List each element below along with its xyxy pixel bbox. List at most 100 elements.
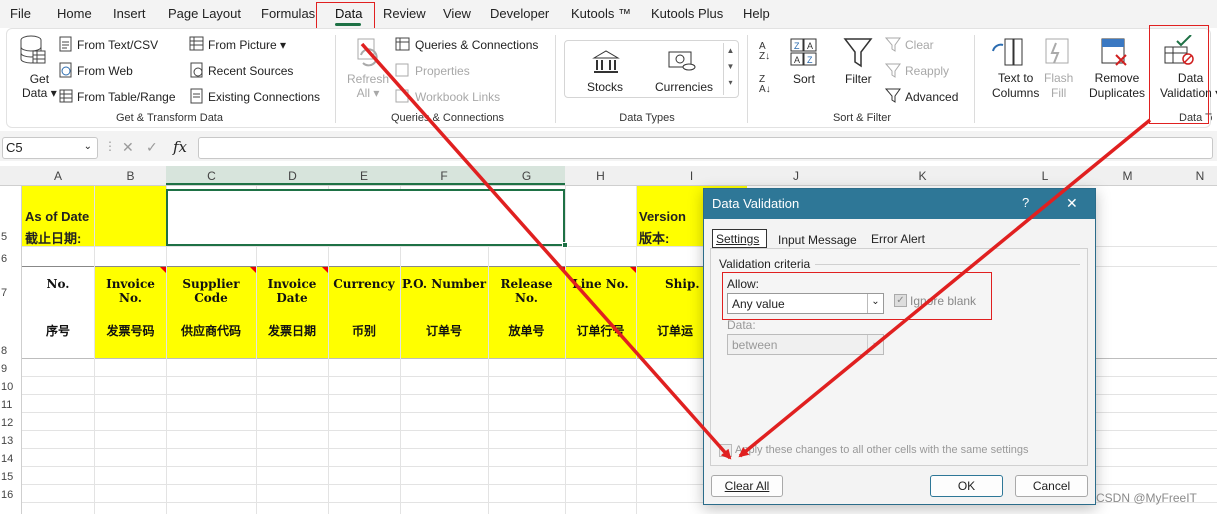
cancel-formula-icon[interactable]: ✕: [122, 139, 134, 156]
column-header-a[interactable]: A: [22, 169, 94, 183]
refresh-label-2: All ▾: [356, 86, 380, 100]
row-header-8[interactable]: 8: [0, 345, 22, 357]
formula-input[interactable]: [198, 137, 1213, 159]
column-header-m[interactable]: M: [1090, 169, 1165, 183]
refresh-all-button[interactable]: Refresh All ▾: [347, 72, 389, 100]
stocks-button[interactable]: Stocks: [587, 80, 623, 94]
clear-button[interactable]: Clear: [905, 38, 934, 52]
header-invoice-no: Invoice No.: [106, 277, 155, 305]
svg-text:Z: Z: [807, 55, 813, 65]
column-header-c[interactable]: C: [166, 169, 257, 183]
currencies-button[interactable]: Currencies: [655, 80, 713, 94]
row-header-13[interactable]: 13: [0, 435, 22, 447]
row-header-7[interactable]: 7: [0, 287, 22, 299]
row-header-6[interactable]: 6: [0, 253, 22, 265]
dialog-title: Data Validation: [712, 196, 800, 211]
enter-formula-icon[interactable]: ✓: [146, 139, 158, 156]
clear-all-button[interactable]: Clear All: [711, 475, 783, 497]
column-header-b[interactable]: B: [95, 169, 166, 183]
dialog-title-bar[interactable]: Data Validation ? ✕: [704, 189, 1095, 219]
column-header-h[interactable]: H: [565, 169, 636, 183]
column-header-j[interactable]: J: [747, 169, 845, 183]
row-header-11[interactable]: 11: [0, 399, 22, 411]
data-dropdown-icon[interactable]: ⌄: [867, 335, 883, 354]
apply-all-label: Apply these changes to all other cells w…: [735, 444, 1029, 456]
data-label: Data:: [727, 318, 756, 332]
column-header-d[interactable]: D: [257, 169, 328, 183]
row-header-12[interactable]: 12: [0, 417, 22, 429]
tab-kutools-plus[interactable]: Kutools Plus: [651, 6, 723, 21]
header-release-no-cn: 放单号: [508, 324, 545, 338]
insert-function-icon[interactable]: fx: [173, 138, 187, 156]
existing-connections-button[interactable]: Existing Connections: [208, 90, 320, 104]
name-box-dropdown-icon[interactable]: ⌄: [84, 141, 92, 152]
workbook-links-button[interactable]: Workbook Links: [415, 90, 500, 104]
fill-handle[interactable]: [562, 242, 568, 248]
ok-button[interactable]: OK: [930, 475, 1003, 497]
tab-home[interactable]: Home: [57, 6, 92, 21]
from-text-csv-button[interactable]: From Text/CSV: [77, 38, 158, 52]
header-invoice-date: Invoice Date: [267, 277, 317, 305]
text-to-columns-button[interactable]: Text to Columns: [992, 71, 1039, 101]
row-header-5[interactable]: 5: [0, 231, 22, 243]
queries-connections-button[interactable]: Queries & Connections: [415, 38, 538, 52]
tab-review[interactable]: Review: [383, 6, 426, 21]
help-icon[interactable]: ?: [1022, 195, 1029, 210]
tab-page-layout[interactable]: Page Layout: [168, 6, 241, 21]
tab-kutools[interactable]: Kutools ™: [571, 6, 631, 21]
remove-duplicates-button[interactable]: Remove Duplicates: [1089, 71, 1145, 101]
column-header-f[interactable]: F: [400, 169, 488, 183]
apply-all-checkbox[interactable]: [719, 444, 732, 457]
row-header-9[interactable]: 9: [0, 363, 22, 375]
allow-highlight-box: [722, 272, 992, 320]
from-table-range-button[interactable]: From Table/Range: [77, 90, 176, 104]
data-select[interactable]: between ⌄: [727, 334, 884, 355]
validation-criteria-label: Validation criteria: [719, 257, 811, 271]
data-select-value: between: [732, 338, 778, 352]
from-picture-button[interactable]: From Picture ▾: [208, 38, 286, 52]
existing-connections-icon: [190, 88, 203, 104]
row-header-16[interactable]: 16: [0, 489, 22, 501]
column-header-g[interactable]: G: [488, 169, 565, 183]
tab-help[interactable]: Help: [743, 6, 770, 21]
selected-cell-c5[interactable]: [166, 189, 565, 246]
advanced-button[interactable]: Advanced: [905, 90, 958, 104]
name-box[interactable]: C5 ⌄: [2, 137, 98, 159]
row-header-10[interactable]: 10: [0, 381, 22, 393]
column-header-bar: A B C D E F G H I J K L M N: [0, 166, 1217, 186]
get-data-button[interactable]: Get Data ▾: [22, 72, 57, 100]
as-of-date-label: As of Date: [25, 209, 90, 224]
filter-icon: [843, 38, 873, 68]
tab-insert[interactable]: Insert: [113, 6, 146, 21]
close-icon[interactable]: ✕: [1066, 195, 1078, 212]
grid-line: [565, 186, 566, 514]
sort-za-icon[interactable]: Z A↓: [759, 75, 771, 95]
reapply-button[interactable]: Reapply: [905, 64, 949, 78]
filter-button[interactable]: Filter: [845, 72, 872, 86]
column-header-k[interactable]: K: [845, 169, 1000, 183]
column-header-l[interactable]: L: [1000, 169, 1090, 183]
tab-view[interactable]: View: [443, 6, 471, 21]
tab-formulas[interactable]: Formulas: [261, 6, 315, 21]
tab-input-message[interactable]: Input Message: [778, 233, 857, 247]
flash-fill-button[interactable]: Flash Fill: [1044, 71, 1073, 101]
from-web-button[interactable]: From Web: [77, 64, 133, 78]
clear-filter-icon: [885, 37, 901, 52]
tab-file[interactable]: File: [10, 6, 31, 21]
gallery-scroll-arrows[interactable]: ▲ ▼ ▾: [723, 43, 737, 95]
tab-error-alert[interactable]: Error Alert: [871, 232, 925, 246]
row-header-14[interactable]: 14: [0, 453, 22, 465]
properties-button[interactable]: Properties: [415, 64, 470, 78]
sort-button[interactable]: Sort: [793, 72, 815, 86]
column-header-e[interactable]: E: [328, 169, 400, 183]
tab-settings[interactable]: Settings: [712, 229, 767, 248]
header-invoice-no-cn: 发票号码: [106, 324, 155, 338]
cancel-button[interactable]: Cancel: [1015, 475, 1088, 497]
column-header-n[interactable]: N: [1165, 169, 1217, 183]
row-header-15[interactable]: 15: [0, 471, 22, 483]
remove-duplicates-icon: [1101, 38, 1127, 66]
tab-developer[interactable]: Developer: [490, 6, 549, 21]
sort-az-icon[interactable]: A Z↓: [759, 42, 770, 62]
recent-sources-button[interactable]: Recent Sources: [208, 64, 293, 78]
column-header-i[interactable]: I: [636, 169, 747, 183]
